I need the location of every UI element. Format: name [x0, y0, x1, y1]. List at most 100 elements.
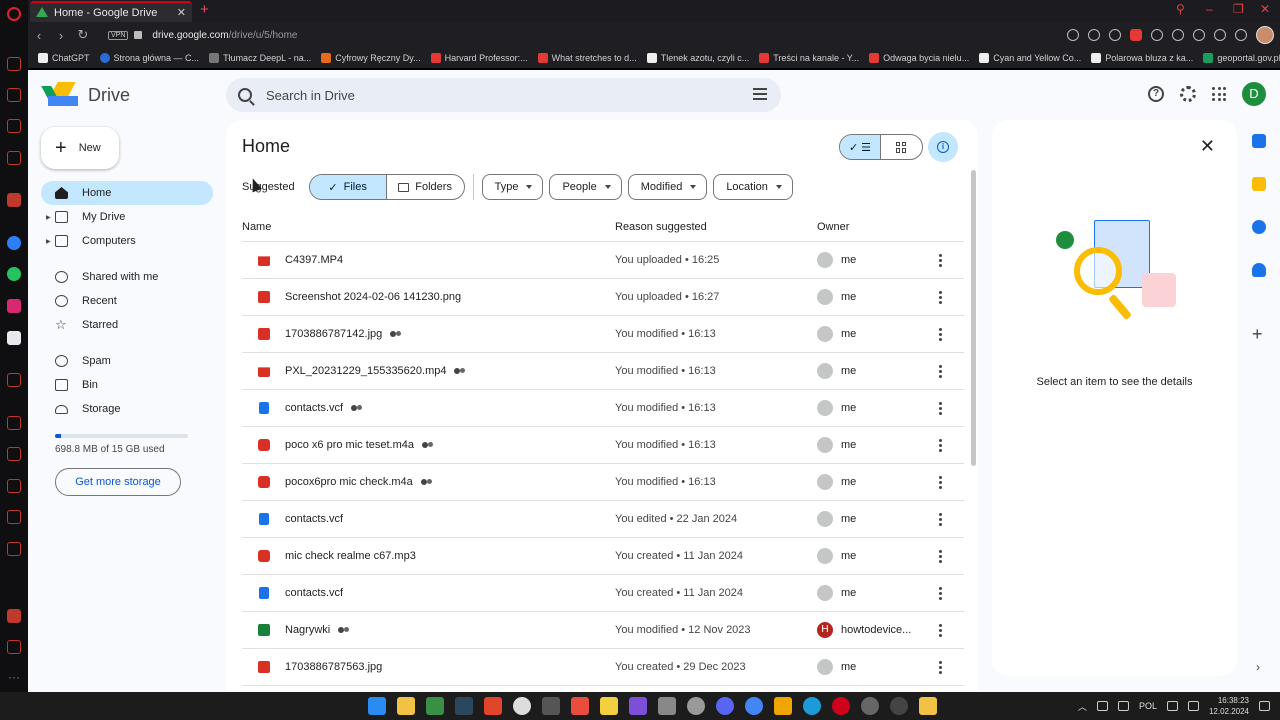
- whatsapp-icon[interactable]: [7, 267, 21, 281]
- table-row[interactable]: Nagrywki You modified • 12 Nov 2023 Hhowto…: [242, 612, 964, 649]
- sticky-notes-icon[interactable]: [600, 697, 618, 715]
- folder-icon[interactable]: [919, 697, 937, 715]
- vpn-icon[interactable]: [7, 609, 21, 623]
- file-name[interactable]: mic check realme c67.mp3: [285, 550, 416, 562]
- chrome-icon[interactable]: [745, 697, 763, 715]
- google-apps-icon[interactable]: [1212, 87, 1226, 101]
- file-name[interactable]: contacts.vcf: [285, 402, 363, 414]
- more-actions-icon[interactable]: [939, 254, 942, 267]
- file-name[interactable]: C4397.MP4: [285, 254, 343, 266]
- steam-icon[interactable]: [455, 697, 473, 715]
- expand-icon[interactable]: ▶: [46, 214, 51, 221]
- app-icon[interactable]: [542, 697, 560, 715]
- more-actions-icon[interactable]: [939, 476, 942, 489]
- search-icon[interactable]: [238, 88, 252, 102]
- settings-icon[interactable]: [687, 697, 705, 715]
- app-icon[interactable]: [774, 697, 792, 715]
- help-icon[interactable]: ?: [1148, 86, 1164, 102]
- list-view-button[interactable]: ✓ ☰: [840, 135, 882, 159]
- app-icon[interactable]: [629, 697, 647, 715]
- drive-logo-link[interactable]: Drive: [41, 82, 130, 108]
- heart-icon[interactable]: [1172, 29, 1184, 41]
- minimize-icon[interactable]: –: [1206, 2, 1213, 16]
- keyboard-icon[interactable]: [1117, 701, 1129, 711]
- file-name[interactable]: Nagrywki: [285, 624, 350, 636]
- keep-icon[interactable]: [1252, 177, 1266, 191]
- shop-icon[interactable]: [7, 119, 21, 133]
- calculator-icon[interactable]: [658, 697, 676, 715]
- start-icon[interactable]: [368, 697, 386, 715]
- table-row[interactable]: C4397.MP4 You uploaded • 16:25 me: [242, 242, 964, 279]
- file-name[interactable]: Screenshot 2024-02-06 141230.png: [285, 291, 461, 303]
- more-actions-icon[interactable]: [939, 365, 942, 378]
- close-window-icon[interactable]: ✕: [1260, 2, 1270, 16]
- file-name[interactable]: 1703886787142.jpg: [285, 328, 402, 340]
- file-name[interactable]: contacts.vcf: [285, 587, 343, 599]
- type-filter-chip[interactable]: Type: [481, 174, 544, 200]
- pinboard-icon[interactable]: [7, 416, 21, 430]
- bookmark-item[interactable]: Tłumacz DeepL - na...: [209, 53, 311, 63]
- more-actions-icon[interactable]: [939, 439, 942, 452]
- bookmark-item[interactable]: Strona główna — C...: [99, 53, 199, 63]
- gear-icon[interactable]: [1180, 86, 1196, 102]
- discord-icon[interactable]: [7, 331, 21, 345]
- search-bar[interactable]: Search in Drive: [226, 78, 781, 112]
- file-name[interactable]: pocox6pro mic check.m4a: [285, 476, 433, 488]
- edge-icon[interactable]: [803, 697, 821, 715]
- more-icon[interactable]: ···: [8, 670, 20, 684]
- location-filter-chip[interactable]: Location: [713, 174, 793, 200]
- gamepad-icon[interactable]: [7, 57, 21, 71]
- more-actions-icon[interactable]: [939, 587, 942, 600]
- more-actions-icon[interactable]: [939, 624, 942, 637]
- chevron-right-icon[interactable]: ›: [1256, 660, 1260, 674]
- notification-icon[interactable]: [1259, 701, 1270, 711]
- app-icon[interactable]: [890, 697, 908, 715]
- vpn-badge[interactable]: VPN: [108, 30, 129, 40]
- tab-google-drive[interactable]: Home - Google Drive ✕: [30, 1, 192, 22]
- easy-setup-icon[interactable]: [1235, 29, 1247, 41]
- sidebar-item-my-drive[interactable]: ▶ My Drive: [41, 205, 213, 229]
- messenger-icon[interactable]: [7, 236, 21, 250]
- file-explorer-icon[interactable]: [397, 697, 415, 715]
- sidebar-item-recent[interactable]: Recent: [41, 289, 213, 313]
- get-more-storage-button[interactable]: Get more storage: [55, 468, 181, 496]
- expand-icon[interactable]: ▶: [46, 238, 51, 245]
- add-addon-icon[interactable]: +: [1252, 325, 1263, 343]
- table-row[interactable]: contacts.vcf You modified • 16:13 me: [242, 390, 964, 427]
- column-name[interactable]: Name: [242, 221, 271, 233]
- sidebar-item-shared[interactable]: Shared with me: [41, 265, 213, 289]
- send-icon[interactable]: [1151, 29, 1163, 41]
- network-icon[interactable]: [1166, 701, 1178, 711]
- search-input[interactable]: Search in Drive: [266, 88, 355, 103]
- table-row[interactable]: poco x6 pro mic teset.m4a You modified • …: [242, 427, 964, 464]
- files-filter-button[interactable]: ✓ Files: [309, 175, 387, 199]
- bookmark-item[interactable]: Odwaga bycia nielu...: [869, 53, 969, 63]
- profile-avatar[interactable]: [1256, 26, 1274, 44]
- contacts-icon[interactable]: [1252, 263, 1266, 277]
- app-icon[interactable]: [426, 697, 444, 715]
- adblock-icon[interactable]: [1130, 29, 1142, 41]
- file-name[interactable]: 1703886787563.jpg: [285, 661, 382, 673]
- folders-filter-button[interactable]: Folders: [387, 175, 464, 199]
- download-icon[interactable]: [1214, 29, 1226, 41]
- sidebar-item-storage[interactable]: Storage: [41, 397, 213, 421]
- share-icon[interactable]: [1088, 29, 1100, 41]
- back-button[interactable]: ‹: [28, 28, 50, 43]
- maximize-icon[interactable]: ❐: [1233, 2, 1244, 16]
- zoom-icon[interactable]: [1067, 29, 1079, 41]
- instagram-icon[interactable]: [7, 299, 21, 313]
- table-row[interactable]: 1703886787563.jpg You created • 29 Dec 20…: [242, 649, 964, 686]
- language-indicator[interactable]: POL: [1139, 701, 1157, 711]
- table-row[interactable]: mic check realme c67.mp3 You created • 11…: [242, 538, 964, 575]
- volume-icon[interactable]: [1187, 701, 1199, 711]
- tab-close-icon[interactable]: ✕: [177, 6, 186, 19]
- new-tab-button[interactable]: +: [200, 1, 209, 18]
- sidebar-item-spam[interactable]: Spam: [41, 349, 213, 373]
- clock[interactable]: 16:38:23 12.02.2024: [1209, 695, 1249, 717]
- app-icon[interactable]: [513, 697, 531, 715]
- speed-dial-icon[interactable]: [7, 88, 21, 102]
- app-icon[interactable]: [571, 697, 589, 715]
- sidebar-item-home[interactable]: Home: [41, 181, 213, 205]
- more-actions-icon[interactable]: [939, 291, 942, 304]
- bookmark-item[interactable]: ChatGPT: [38, 53, 90, 63]
